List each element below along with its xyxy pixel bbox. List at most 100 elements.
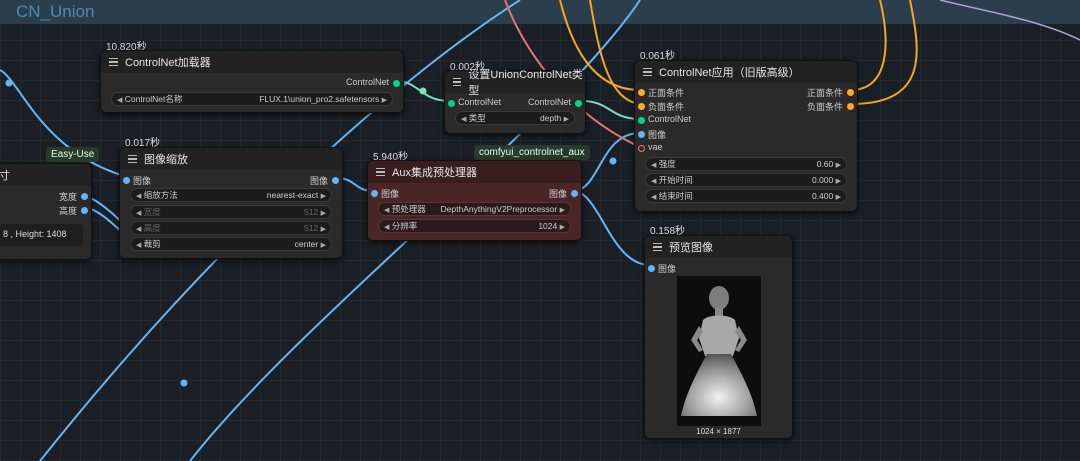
arrow-right-icon[interactable]: ▶ — [321, 242, 326, 249]
arrow-right-icon[interactable]: ▶ — [560, 224, 565, 231]
resolution-widget[interactable]: ◀ 分辨率 1024 ▶ — [378, 219, 571, 233]
io-row: ControlNet ControlNet — [445, 97, 585, 111]
node-header[interactable]: ControlNet加载器 — [101, 51, 403, 73]
image-size-node[interactable]: 寸 宽度 高度 8 , Height: 1408 — [0, 163, 92, 260]
input-label: ControlNet — [458, 97, 502, 107]
set-union-controlnet-type-node[interactable]: 设置UnionControlNet类型 ControlNet ControlNe… — [444, 69, 586, 134]
output-label: ControlNet — [527, 97, 571, 107]
arrow-left-icon[interactable]: ◀ — [136, 193, 141, 200]
widget-value: 0.400 — [811, 191, 834, 201]
output-controlnet: ControlNet — [101, 77, 403, 91]
node-header[interactable]: 寸 — [0, 164, 91, 186]
image-scale-node[interactable]: 图像缩放 图像 图像 ◀ 缩放方法 nearest-exact ▶ ◀ 宽度 5… — [119, 147, 343, 259]
output-socket[interactable] — [332, 177, 339, 184]
arrow-left-icon[interactable]: ◀ — [651, 178, 656, 185]
input-socket[interactable] — [638, 117, 645, 124]
widget-value: FLUX.1\union_pro2.safetensors — [259, 94, 380, 104]
input-label: ControlNet — [648, 114, 692, 124]
widget-value: 0.60 — [816, 159, 834, 169]
widget-label: 分辨率 — [391, 221, 418, 231]
node-title: ControlNet加载器 — [125, 57, 211, 69]
easy-use-tag: Easy-Use — [46, 147, 100, 162]
input-socket[interactable] — [648, 265, 655, 272]
width-widget[interactable]: ◀ 宽度 512 ▶ — [130, 205, 332, 219]
node-header[interactable]: 预览图像 — [645, 236, 792, 258]
node-header[interactable]: 设置UnionControlNet类型 — [445, 69, 585, 97]
input-socket[interactable] — [638, 89, 645, 96]
output-socket[interactable] — [847, 103, 854, 110]
node-header[interactable]: Aux集成预处理器 — [368, 161, 581, 183]
arrow-right-icon[interactable]: ▶ — [836, 162, 841, 169]
menu-icon[interactable] — [653, 241, 662, 254]
widget-label: 宽度 — [143, 207, 161, 217]
controlnet-apply-node[interactable]: ControlNet应用（旧版高级） 正面条件 正面条件 负面条件 负面条件 C… — [634, 60, 858, 212]
input-label: 正面条件 — [648, 88, 685, 98]
depth-map-preview[interactable] — [677, 276, 761, 426]
arrow-left-icon[interactable]: ◀ — [117, 97, 122, 104]
output-socket[interactable] — [847, 89, 854, 96]
menu-icon[interactable] — [643, 66, 652, 79]
widget-value: center — [294, 239, 319, 249]
crop-widget[interactable]: ◀ 裁剪 center ▶ — [130, 237, 332, 251]
input-label: 负面条件 — [648, 102, 685, 112]
node-header[interactable]: ControlNet应用（旧版高级） — [635, 61, 857, 83]
aux-preprocessor-node[interactable]: Aux集成预处理器 图像 图像 ◀ 预处理器 DepthAnythingV2Pr… — [367, 160, 582, 241]
input-label: 图像 — [381, 189, 400, 199]
arrow-left-icon[interactable]: ◀ — [651, 162, 656, 169]
preview-image-node[interactable]: 预览图像 图像 1024 × 1877 — [644, 235, 793, 439]
arrow-right-icon[interactable]: ▶ — [321, 226, 326, 233]
arrow-right-icon[interactable]: ▶ — [564, 116, 569, 123]
input-socket[interactable] — [371, 190, 378, 197]
input-row: vae — [635, 142, 857, 156]
io-row: 负面条件 负面条件 — [635, 100, 857, 114]
input-socket[interactable] — [123, 177, 130, 184]
node-header[interactable]: 图像缩放 — [120, 148, 342, 170]
arrow-left-icon[interactable]: ◀ — [384, 207, 389, 214]
height-widget[interactable]: ◀ 高度 512 ▶ — [130, 221, 332, 235]
arrow-left-icon[interactable]: ◀ — [651, 194, 656, 201]
start-time-widget[interactable]: ◀ 开始时间 0.000 ▶ — [645, 173, 847, 187]
output-label: 宽度 — [58, 192, 77, 202]
menu-icon[interactable] — [128, 153, 137, 166]
preprocessor-widget[interactable]: ◀ 预处理器 DepthAnythingV2Preprocessor ▶ — [378, 202, 571, 216]
arrow-right-icon[interactable]: ▶ — [836, 178, 841, 185]
output-socket[interactable] — [571, 190, 578, 197]
widget-value: nearest-exact — [266, 190, 319, 200]
node-title: 寸 — [0, 170, 10, 182]
output-socket[interactable] — [393, 80, 400, 87]
image-dimensions: 1024 × 1877 — [696, 427, 741, 436]
arrow-right-icon[interactable]: ▶ — [321, 193, 326, 200]
strength-widget[interactable]: ◀ 强度 0.60 ▶ — [645, 157, 847, 171]
menu-icon[interactable] — [453, 76, 462, 89]
end-time-widget[interactable]: ◀ 结束时间 0.400 ▶ — [645, 189, 847, 203]
node-canvas[interactable]: CN_Union 寸 宽度 高度 8 , Height: 1408 Easy-U… — [0, 0, 1080, 461]
output-socket[interactable] — [81, 193, 88, 200]
arrow-right-icon[interactable]: ▶ — [560, 207, 565, 214]
controlnet-loader-node[interactable]: ControlNet加载器 ControlNet ◀ ControlNet名称 … — [100, 50, 404, 113]
menu-icon[interactable] — [376, 166, 385, 179]
arrow-left-icon[interactable]: ◀ — [136, 226, 141, 233]
input-socket[interactable] — [638, 145, 645, 152]
widget-label: 强度 — [658, 159, 676, 169]
input-socket[interactable] — [638, 131, 645, 138]
arrow-left-icon[interactable]: ◀ — [384, 224, 389, 231]
arrow-right-icon[interactable]: ▶ — [382, 97, 387, 104]
widget-value: depth — [539, 113, 562, 123]
output-socket[interactable] — [575, 100, 582, 107]
input-socket[interactable] — [638, 103, 645, 110]
arrow-left-icon[interactable]: ◀ — [461, 116, 466, 123]
reroute-dot — [419, 87, 427, 95]
input-socket[interactable] — [448, 100, 455, 107]
menu-icon[interactable] — [109, 56, 118, 69]
input-row: 图像 — [645, 262, 792, 276]
arrow-right-icon[interactable]: ▶ — [321, 210, 326, 217]
arrow-left-icon[interactable]: ◀ — [136, 242, 141, 249]
scale-method-widget[interactable]: ◀ 缩放方法 nearest-exact ▶ — [130, 188, 332, 202]
controlnet-name-widget[interactable]: ◀ ControlNet名称 FLUX.1\union_pro2.safeten… — [111, 92, 393, 106]
output-socket[interactable] — [81, 207, 88, 214]
arrow-left-icon[interactable]: ◀ — [136, 210, 141, 217]
reroute-dot — [5, 79, 13, 87]
node-title: Aux集成预处理器 — [392, 167, 477, 179]
type-widget[interactable]: ◀ 类型 depth ▶ — [455, 111, 575, 125]
arrow-right-icon[interactable]: ▶ — [836, 194, 841, 201]
